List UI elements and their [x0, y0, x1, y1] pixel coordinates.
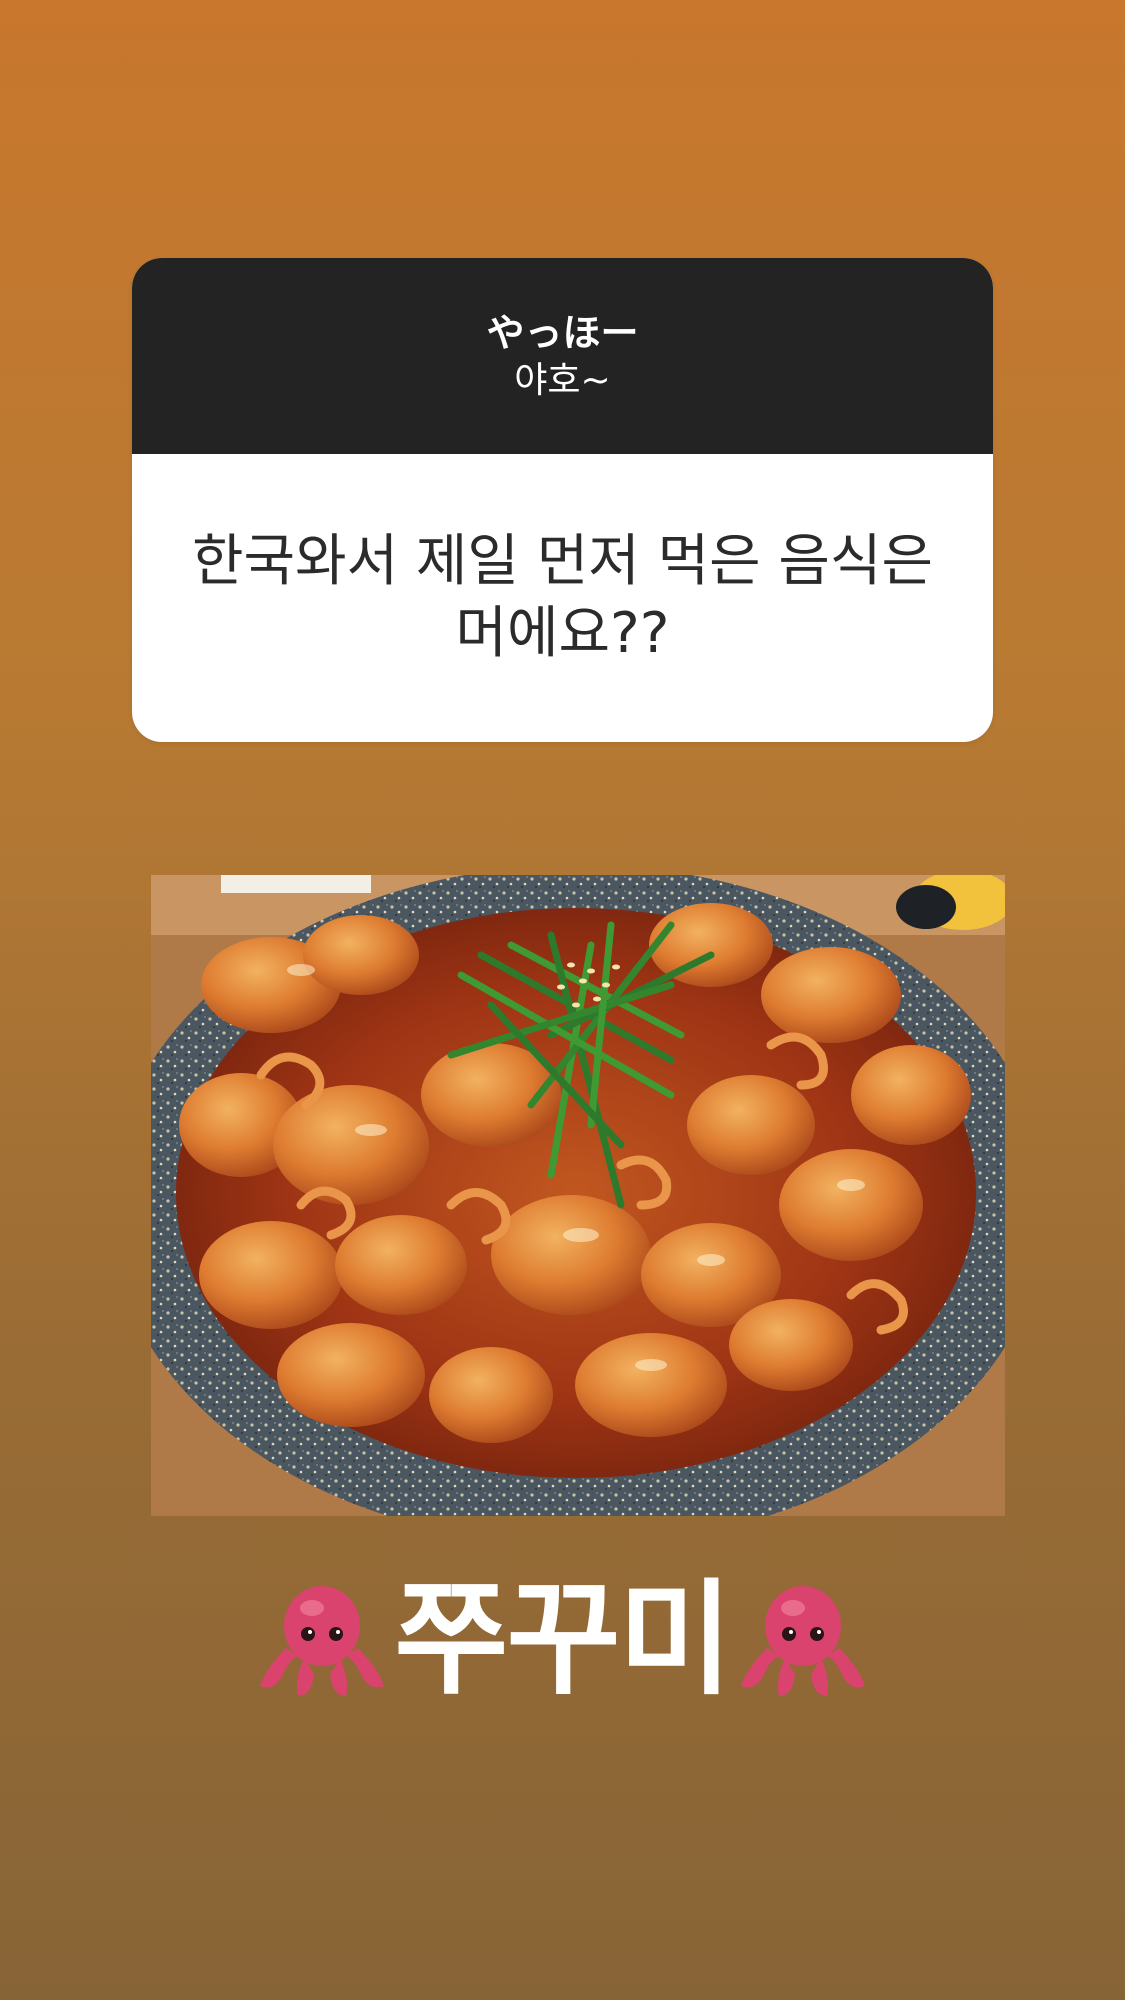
food-photo — [151, 875, 1005, 1516]
question-sticker[interactable]: やっほー 야호~ 한국와서 제일 먼저 먹은 음식은 머에요?? — [132, 258, 993, 742]
sticker-subtitle: 야호~ — [514, 360, 611, 401]
octopus-icon — [740, 1586, 865, 1696]
question-text: 한국와서 제일 먼저 먹은 음식은 머에요?? — [192, 529, 933, 666]
caption: 쭈꾸미 — [0, 1565, 1125, 1715]
caption-text: 쭈꾸미 — [394, 1568, 732, 1712]
octopus-icon — [260, 1586, 385, 1696]
question-sticker-body: 한국와서 제일 먼저 먹은 음식은 머에요?? — [132, 454, 993, 742]
question-sticker-header: やっほー 야호~ — [132, 258, 993, 454]
sticker-title: やっほー — [486, 311, 639, 355]
